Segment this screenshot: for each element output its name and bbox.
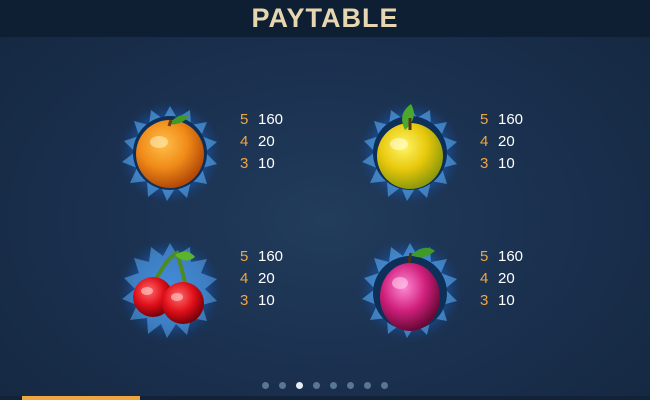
- lemon-icon: [357, 100, 463, 206]
- pay-row: 4 20: [240, 130, 283, 152]
- pay-count: 4: [240, 269, 249, 287]
- page-indicator: [0, 382, 650, 392]
- header-bar: PAYTABLE: [0, 0, 650, 37]
- pay-row: 3 10: [240, 289, 283, 311]
- pay-row: 4 20: [480, 267, 523, 289]
- pay-value: 160: [258, 247, 284, 265]
- pay-count: 3: [240, 291, 249, 309]
- cherries-icon: [117, 237, 223, 343]
- page-dot[interactable]: [381, 382, 388, 389]
- pay-value: 160: [498, 247, 524, 265]
- page-dot[interactable]: [262, 382, 269, 389]
- pay-count: 5: [480, 247, 489, 265]
- pay-list: 5 160 4 20 3 10: [240, 245, 283, 311]
- pay-list: 5 160 4 20 3 10: [480, 108, 523, 174]
- orange-icon: [117, 100, 223, 206]
- pay-count: 4: [240, 132, 249, 150]
- page-title: PAYTABLE: [251, 3, 399, 33]
- page-dot[interactable]: [313, 382, 320, 389]
- pay-row: 4 20: [240, 267, 283, 289]
- pay-value: 20: [258, 132, 275, 150]
- plum-icon: [357, 237, 463, 343]
- pay-row: 4 20: [480, 130, 523, 152]
- pay-count: 4: [480, 269, 489, 287]
- pay-row: 5 160: [480, 245, 523, 267]
- pay-value: 160: [258, 110, 284, 128]
- symbol-lemon: 5 160 4 20 3 10: [355, 98, 615, 208]
- pay-row: 5 160: [240, 108, 283, 130]
- pay-list: 5 160 4 20 3 10: [240, 108, 283, 174]
- page-dot[interactable]: [347, 382, 354, 389]
- pay-count: 5: [240, 247, 249, 265]
- symbol-orange: 5 160 4 20 3 10: [115, 98, 375, 208]
- page-dot[interactable]: [330, 382, 337, 389]
- page-dot[interactable]: [364, 382, 371, 389]
- pay-value: 20: [498, 269, 515, 287]
- pay-value: 10: [498, 291, 515, 309]
- bottom-accent-bar: [22, 396, 140, 400]
- pay-count: 3: [480, 291, 489, 309]
- pay-value: 10: [498, 154, 515, 172]
- pay-value: 20: [498, 132, 515, 150]
- pay-value: 160: [498, 110, 524, 128]
- page-dot[interactable]: [296, 382, 303, 389]
- symbol-cherries: 5 160 4 20 3 10: [115, 235, 375, 345]
- pay-count: 3: [240, 154, 249, 172]
- pay-count: 3: [480, 154, 489, 172]
- pay-row: 3 10: [480, 289, 523, 311]
- symbol-plum: 5 160 4 20 3 10: [355, 235, 615, 345]
- pay-value: 20: [258, 269, 275, 287]
- pay-row: 3 10: [480, 152, 523, 174]
- pay-row: 3 10: [240, 152, 283, 174]
- pay-row: 5 160: [240, 245, 283, 267]
- pay-count: 5: [240, 110, 249, 128]
- pay-list: 5 160 4 20 3 10: [480, 245, 523, 311]
- pay-row: 5 160: [480, 108, 523, 130]
- page-dot[interactable]: [279, 382, 286, 389]
- pay-count: 4: [480, 132, 489, 150]
- pay-value: 10: [258, 291, 275, 309]
- pay-value: 10: [258, 154, 275, 172]
- pay-count: 5: [480, 110, 489, 128]
